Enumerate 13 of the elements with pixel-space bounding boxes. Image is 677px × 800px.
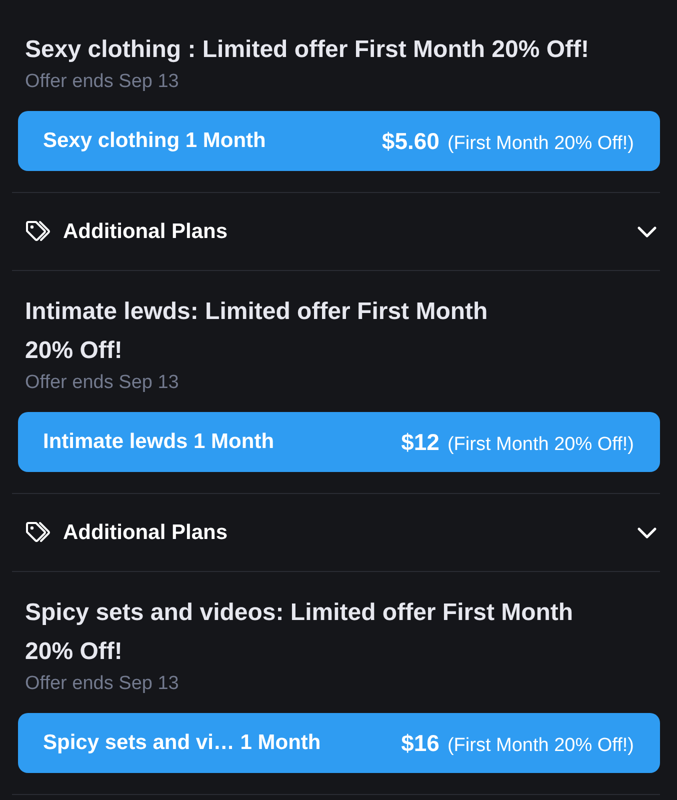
subscribe-button[interactable]: Sexy clothing 1 Month $5.60 (First Month 20% Off!)	[18, 111, 660, 171]
tags-icon	[25, 520, 51, 544]
offer-title: Intimate lewds: Limited offer First Month 20% Off!	[25, 297, 488, 366]
additional-plans-toggle[interactable]: Additional Plans	[12, 193, 660, 270]
tags-icon	[25, 220, 51, 244]
offer-title: Spicy sets and videos: Limited offer First Month 20% Off!	[25, 598, 574, 667]
offer-end-date: Offer ends Sep 13	[25, 672, 179, 696]
subscribe-button[interactable]: Intimate lewds 1 Month $12 (First Month 20% Off!)	[18, 412, 660, 472]
subscribe-button[interactable]: Spicy sets and vi… 1 Month $16 (First Month 20% Off!)	[18, 713, 660, 773]
offer-end-date: Offer ends Sep 13	[25, 371, 179, 395]
offer-title: Sexy clothing : Limited offer First Month 20% Off!	[25, 35, 590, 65]
offer-end-date: Offer ends Sep 13	[25, 70, 179, 94]
additional-plans-toggle[interactable]: Additional Plans	[12, 494, 660, 571]
